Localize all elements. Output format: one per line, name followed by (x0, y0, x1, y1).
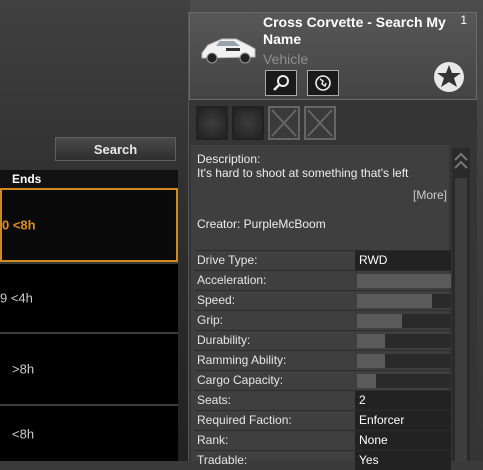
description-text: It's hard to shoot at something that's l… (197, 166, 409, 180)
stat-row: Required Faction: Enforcer (195, 410, 451, 430)
stat-row: Drive Type: RWD (195, 250, 451, 270)
stat-row: Durability: (195, 330, 451, 350)
stat-value-box (355, 391, 451, 410)
listing-row[interactable]: 9 <4h (0, 262, 178, 332)
listing-row[interactable]: <8h (0, 404, 178, 461)
column-ends[interactable]: Ends (12, 172, 41, 186)
stat-bar-fill (357, 294, 433, 308)
inspect-button[interactable] (265, 70, 297, 96)
stat-label: Required Faction: (197, 413, 292, 427)
stat-label: Drive Type: (197, 253, 258, 267)
stat-label: Cargo Capacity: (197, 373, 284, 387)
vehicle-detail-panel: Cross Corvette - Search My Name Vehicle … (188, 12, 477, 470)
item-count: 1 (460, 13, 467, 27)
car-icon (201, 38, 256, 64)
vehicle-header: Cross Corvette - Search My Name Vehicle … (189, 12, 477, 100)
upgrade-slot-empty[interactable] (304, 106, 336, 140)
stat-row: Speed: (195, 290, 451, 310)
listing-ends: 9 <4h (0, 290, 33, 306)
stat-value: 2 (359, 393, 366, 407)
stat-bar (357, 374, 451, 388)
stat-label: Seats: (197, 393, 232, 407)
stat-row: Acceleration: (195, 270, 451, 290)
scroll-up-icon[interactable] (452, 148, 470, 176)
creator-text: Creator: PurpleMcBoom (197, 217, 326, 231)
results-header: Ends (0, 170, 178, 189)
stat-value: Yes (359, 453, 379, 467)
upgrade-slot[interactable] (232, 106, 264, 140)
stat-bar-fill (357, 314, 403, 328)
stat-bar (357, 354, 451, 368)
stat-row: Rank: None (195, 430, 451, 450)
stat-label: Grip: (197, 313, 224, 327)
listing-row[interactable]: >8h (0, 332, 178, 404)
market-button[interactable] (307, 70, 339, 96)
search-button[interactable]: Search (55, 137, 176, 161)
faction-badge-icon (434, 62, 464, 92)
stat-label: Durability: (197, 333, 251, 347)
listing-ends: <8h (12, 426, 35, 441)
vehicle-type: Vehicle (263, 51, 309, 67)
listing-ends: 0 <8h (2, 217, 36, 233)
stat-bar-fill (357, 374, 376, 388)
upgrade-slot[interactable] (196, 106, 228, 140)
stat-row: Seats: 2 (195, 390, 451, 410)
magnifier-icon (273, 75, 289, 91)
stat-row: Ramming Ability: (195, 350, 451, 370)
empty-slot-icon (271, 109, 297, 137)
more-link[interactable]: [More] (413, 188, 447, 202)
stat-bar-fill (357, 354, 386, 368)
stat-label: Ramming Ability: (197, 353, 287, 367)
upgrade-slot-empty[interactable] (268, 106, 300, 140)
stat-bar (357, 274, 451, 288)
stat-row: Grip: (195, 310, 451, 330)
stat-label: Rank: (197, 433, 229, 447)
vehicle-name: Cross Corvette - Search My Name (263, 14, 446, 47)
description-box: Description: It's hard to shoot at somet… (191, 145, 451, 470)
stat-bar (357, 294, 451, 308)
scrollbar[interactable] (452, 148, 470, 461)
stat-value: None (359, 433, 388, 447)
listing-ends: >8h (12, 361, 35, 377)
stat-bar-fill (357, 334, 386, 348)
empty-slot-icon (307, 109, 333, 137)
stat-value: RWD (359, 253, 388, 267)
stat-label: Acceleration: (197, 273, 267, 287)
stat-row: Cargo Capacity: (195, 370, 451, 390)
stat-label: Tradable: (197, 453, 248, 467)
stat-bar-fill (357, 274, 451, 288)
stat-row: Tradable: Yes (195, 450, 451, 470)
stat-value: Enforcer (359, 413, 405, 427)
scroll-thumb[interactable] (455, 178, 467, 461)
globe-icon (315, 75, 331, 91)
stat-bar (357, 314, 451, 328)
stat-label: Speed: (197, 293, 236, 307)
stat-bar (357, 334, 451, 348)
listing-row-selected[interactable]: 0 <8h (0, 188, 178, 262)
description-label: Description: (197, 152, 261, 166)
